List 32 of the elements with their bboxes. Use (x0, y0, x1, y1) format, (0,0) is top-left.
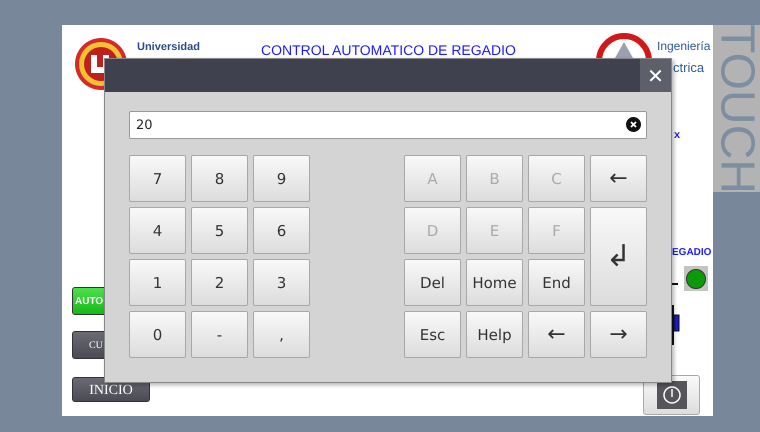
key-button[interactable]: 4 (129, 207, 186, 254)
key-button[interactable]: 2 (191, 259, 248, 306)
key-button[interactable]: 7 (129, 155, 186, 202)
faculty-name: ctrica (673, 60, 704, 75)
screen-title: CONTROL AUTOMATICO DE REGADIO (261, 42, 516, 58)
key-button[interactable]: End (528, 259, 585, 306)
label-text: x (674, 129, 680, 141)
clear-icon[interactable] (626, 117, 641, 132)
key-button[interactable]: Help (466, 311, 523, 358)
key-button[interactable]: 1 (129, 259, 186, 306)
key-button[interactable]: ← (590, 155, 647, 202)
key-button[interactable]: Esc (404, 311, 461, 358)
key-button[interactable]: ← (528, 311, 585, 358)
power-button[interactable] (643, 375, 700, 415)
key-button[interactable]: 8 (191, 155, 248, 202)
university-name: Universidad (137, 41, 200, 53)
faculty-name: Ingeniería (657, 39, 710, 53)
key-button[interactable]: - (191, 311, 248, 358)
key-button[interactable]: Del (404, 259, 461, 306)
label-text: EGADIO (672, 247, 712, 258)
key-button[interactable]: , (253, 311, 310, 358)
key-button[interactable]: 0 (129, 311, 186, 358)
value-field[interactable]: 20 (129, 111, 647, 139)
key-button[interactable]: 9 (253, 155, 310, 202)
key-button[interactable]: 6 (253, 207, 310, 254)
key-button[interactable]: 3 (253, 259, 310, 306)
power-icon (656, 381, 686, 409)
close-button[interactable]: ✕ (640, 59, 671, 92)
enter-key[interactable]: ↲ (590, 207, 647, 306)
key-button[interactable]: 5 (191, 207, 248, 254)
key-button[interactable]: Home (466, 259, 523, 306)
key-button[interactable]: → (590, 311, 647, 358)
